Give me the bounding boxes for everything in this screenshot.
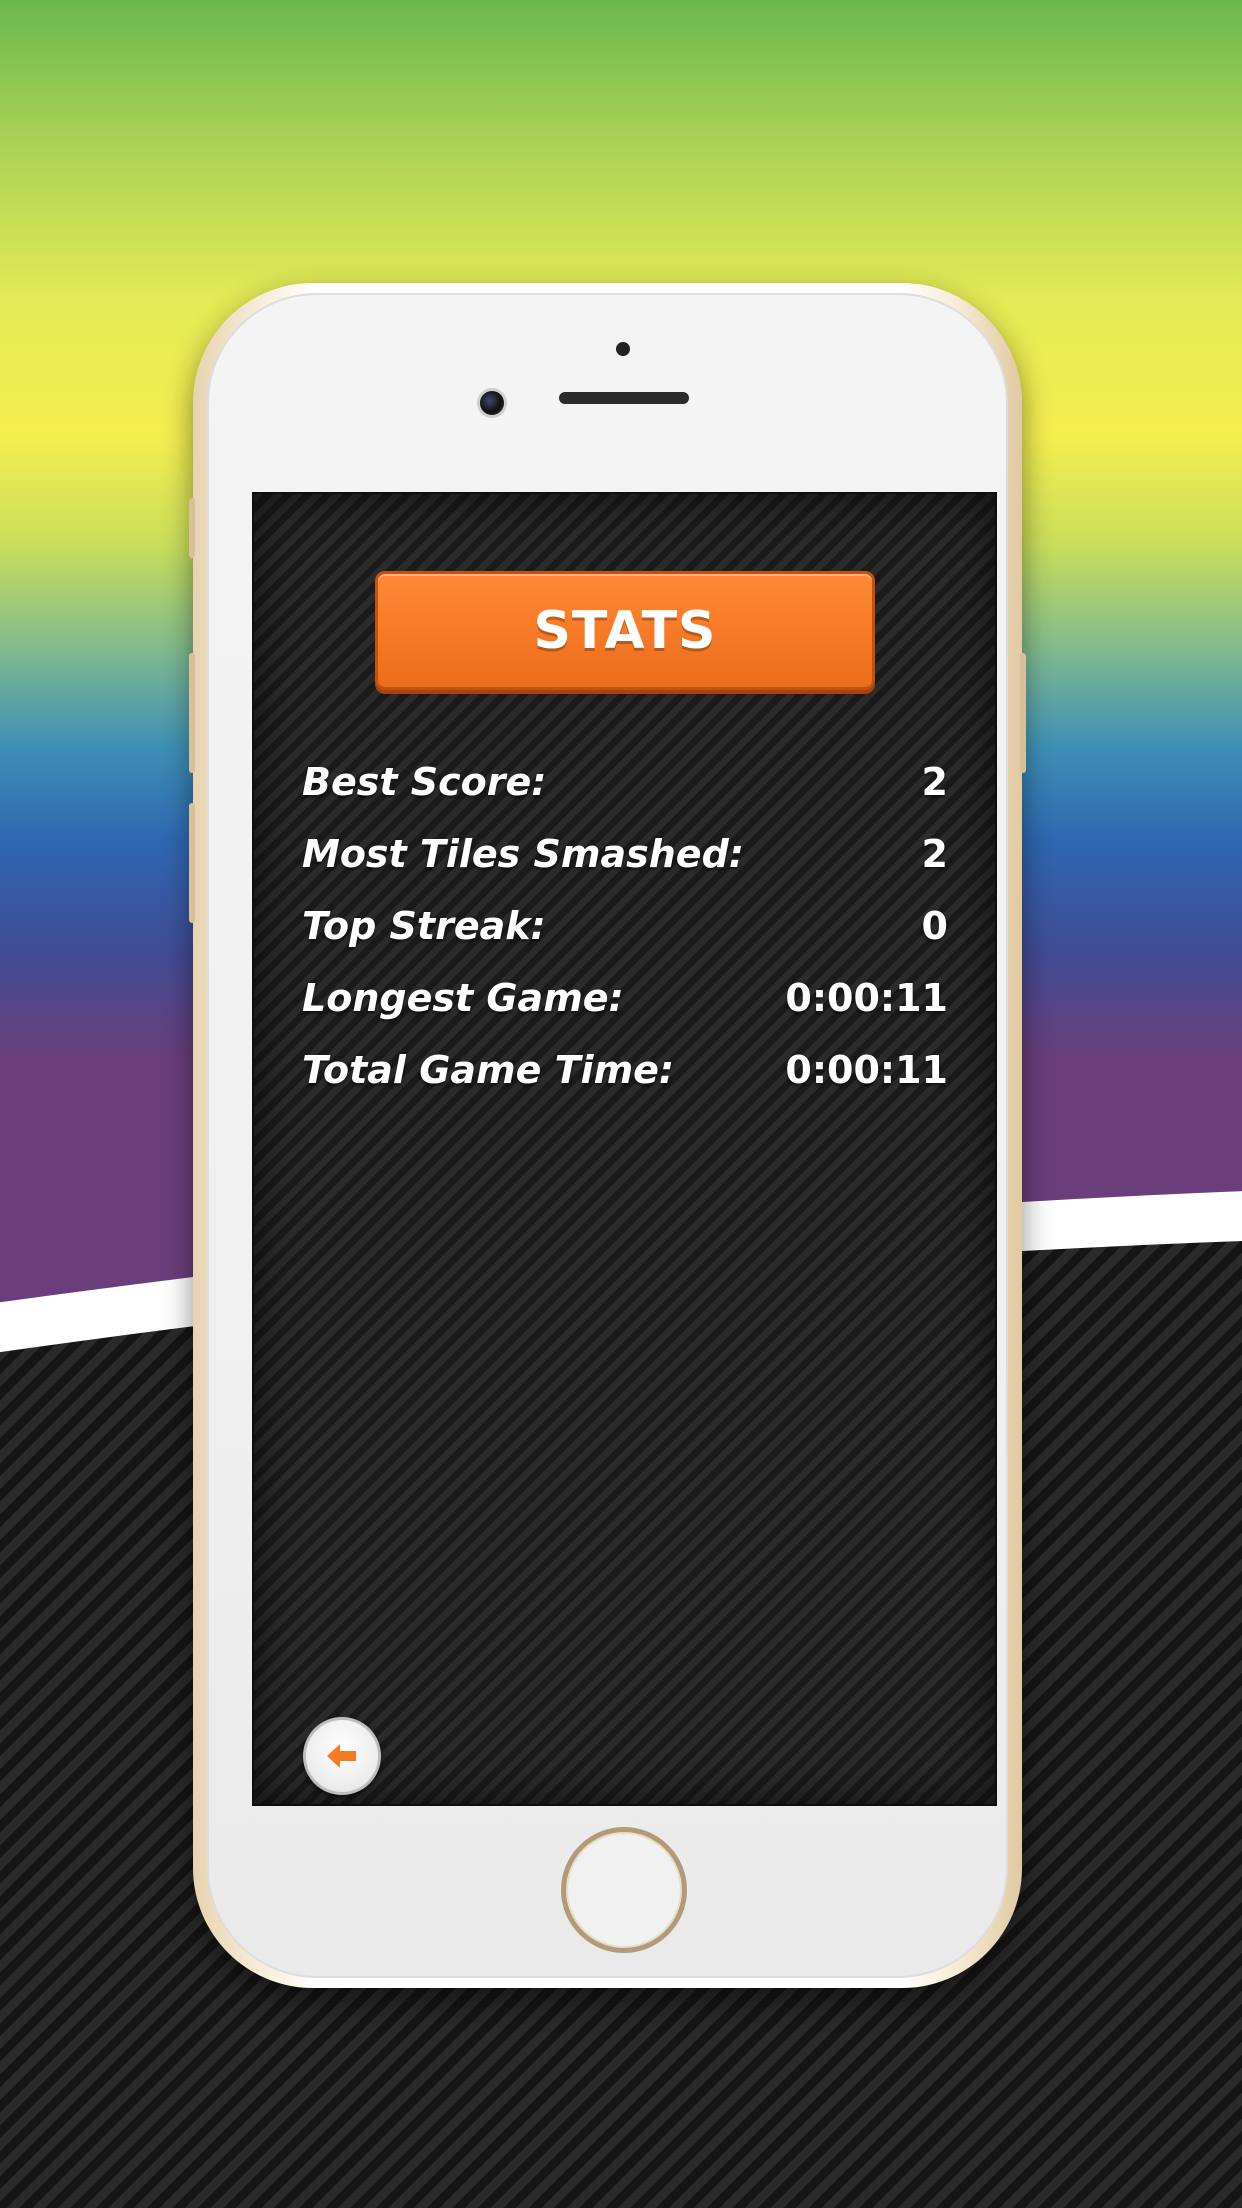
stat-label: Longest Game:	[302, 976, 624, 1020]
arrow-left-icon	[327, 1744, 356, 1768]
stat-row-best-score: Best Score: 2	[302, 746, 948, 818]
stats-list: Best Score: 2 Most Tiles Smashed: 2 Top …	[302, 746, 948, 1106]
stat-row-longest-game: Longest Game: 0:00:11	[302, 962, 948, 1034]
stat-label: Top Streak:	[302, 904, 546, 948]
phone-volume-down-button	[189, 803, 195, 923]
stat-value: 0:00:11	[785, 1048, 948, 1092]
stat-value: 2	[921, 832, 948, 876]
phone-screen: STATS Best Score: 2 Most Tiles Smashed: …	[252, 492, 997, 1806]
stat-label: Total Game Time:	[302, 1048, 675, 1092]
phone-volume-up-button	[189, 653, 195, 773]
stat-row-most-tiles-smashed: Most Tiles Smashed: 2	[302, 818, 948, 890]
back-button[interactable]	[303, 1717, 381, 1795]
stats-title-banner: STATS	[375, 571, 875, 690]
stat-row-total-game-time: Total Game Time: 0:00:11	[302, 1034, 948, 1106]
phone-power-button	[1020, 653, 1026, 773]
home-button[interactable]	[561, 1827, 687, 1953]
front-camera-icon	[477, 388, 507, 418]
stat-row-top-streak: Top Streak: 0	[302, 890, 948, 962]
stat-label: Most Tiles Smashed:	[302, 832, 744, 876]
stat-value: 0	[921, 904, 948, 948]
phone-mockup: STATS Best Score: 2 Most Tiles Smashed: …	[189, 283, 1026, 1988]
phone-side-button	[189, 498, 195, 558]
earpiece-speaker	[559, 392, 689, 404]
proximity-sensor	[616, 342, 630, 356]
stat-label: Best Score:	[302, 760, 547, 804]
page-title: STATS	[533, 600, 717, 661]
stat-value: 2	[921, 760, 948, 804]
stat-value: 0:00:11	[785, 976, 948, 1020]
phone-face: STATS Best Score: 2 Most Tiles Smashed: …	[207, 293, 1008, 1978]
